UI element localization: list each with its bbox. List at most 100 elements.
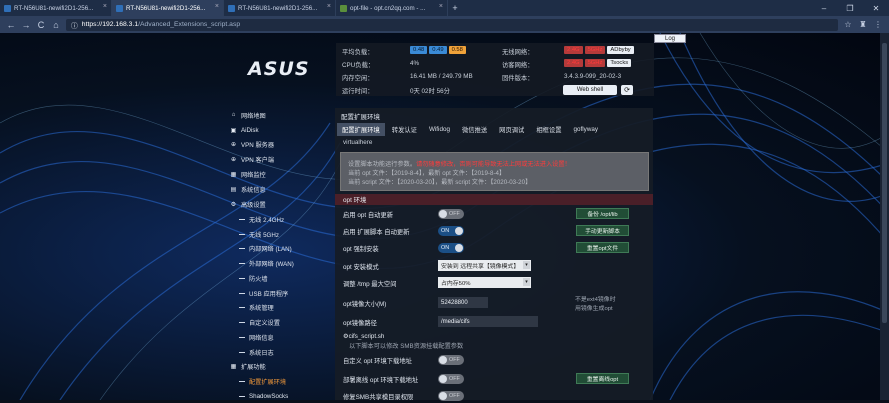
sidebar-item-label: 自定义设置 — [249, 319, 280, 327]
adbyby-badge[interactable]: ADbyby — [607, 46, 634, 54]
sub-tab-bar: 配置扩展环境 转发认证 Wifidog 微信推送 网页调试 相框设置 gofly… — [335, 123, 653, 136]
refresh-icon[interactable]: ⟳ — [621, 85, 633, 95]
back-button[interactable]: ← — [6, 20, 16, 30]
opt-mirror-path-input[interactable]: /media/cifs — [438, 316, 538, 327]
sidebar-sub-usb[interactable]: USB 应用程序 — [239, 286, 339, 300]
router-favicon-icon — [116, 4, 123, 12]
deploy-opt-url-toggle[interactable]: OFF — [438, 374, 464, 384]
logout-button[interactable]: Log — [654, 34, 686, 43]
sidebar-sub-ext-config[interactable]: 配置扩展环境 — [239, 374, 339, 388]
bookmark-star-icon[interactable]: ☆ — [843, 20, 853, 29]
sidebar-item-system-info[interactable]: ▤ 系统信息 — [230, 182, 330, 196]
load-5min-badge: 0.49 — [429, 46, 447, 54]
wifi-24g-badge[interactable]: 2.4G — [564, 46, 583, 54]
firmware-value: 3.4.3.9-099_20-02-3 — [564, 73, 622, 80]
tab-virtualhere[interactable]: virtualhere — [343, 139, 372, 146]
url-input[interactable]: ⓘ https://192.168.3.1/Advanced_Extension… — [66, 18, 838, 31]
guest-label: 访客网络： — [502, 62, 534, 69]
sidebar-item-monitor[interactable]: ▦ 网络监控 — [230, 167, 330, 181]
notice-text: 设置脚本功能运行参数。 — [348, 161, 417, 168]
tab-frame-settings[interactable]: 相框设置 — [531, 123, 566, 136]
tab-wifidog[interactable]: Wifidog — [424, 123, 455, 136]
sidebar-item-label: VPN 服务器 — [241, 141, 275, 149]
home-icon: ⌂ — [231, 112, 236, 118]
close-tab-icon[interactable]: × — [439, 3, 443, 10]
tsocks-badge[interactable]: Tsocks — [607, 59, 632, 67]
extension-icon[interactable]: ♜ — [858, 20, 868, 29]
maximize-button[interactable]: ❐ — [837, 0, 863, 16]
toggle-text: ON — [441, 245, 450, 251]
dash-icon — [239, 380, 245, 382]
router-favicon-icon — [4, 4, 11, 12]
backup-opt-lib-button[interactable]: 备份 /opt/lib — [576, 208, 629, 219]
page-scrollbar[interactable] — [880, 33, 889, 400]
site-info-icon[interactable]: ⓘ — [71, 20, 78, 30]
manual-update-script-button[interactable]: 手动更新脚本 — [576, 225, 629, 236]
url-host: https://192.168.3.1 — [81, 21, 139, 28]
tab-wechat-push[interactable]: 微信推送 — [457, 123, 492, 136]
opt-force-install-toggle[interactable]: ON — [438, 243, 464, 253]
sidebar-sub-lan[interactable]: 内部网络 (LAN) — [239, 241, 339, 255]
toggle-text: OFF — [449, 211, 460, 217]
web-shell-button[interactable]: Web shell — [563, 85, 617, 95]
row-label: 启用 opt 自动更新 — [343, 212, 394, 219]
cifs-script-label: cifs_script.sh — [348, 333, 385, 340]
new-tab-button[interactable]: + — [448, 0, 462, 16]
address-bar-row: ← → C ⌂ ⓘ https://192.168.3.1/Advanced_E… — [0, 16, 889, 33]
sidebar-sub-admin[interactable]: 系统管理 — [239, 300, 339, 314]
sidebar-item-extensions[interactable]: ▦ 扩展功能 — [230, 359, 330, 373]
browser-tab-3[interactable]: RT-N56U81-newifi2D1-256... × — [224, 0, 336, 16]
tab-forward-auth[interactable]: 转发认证 — [387, 123, 422, 136]
info-icon: ▤ — [230, 186, 237, 193]
custom-opt-url-toggle[interactable]: OFF — [438, 355, 464, 365]
scrollbar-thumb[interactable] — [882, 43, 887, 323]
browser-tab-1[interactable]: RT-N56U81-newifi2D1-256... × — [0, 0, 112, 16]
sidebar-sub-shadowsocks[interactable]: ShadowSocks — [239, 389, 339, 403]
chevron-down-icon: ▾ — [523, 278, 530, 286]
sidebar-sub-netinfo[interactable]: 网络信息 — [239, 330, 339, 344]
globe-icon: ⊕ — [230, 156, 237, 163]
sidebar-sub-syslog[interactable]: 系统日志 — [239, 345, 339, 359]
guest-24g-badge[interactable]: 2.4G — [564, 59, 583, 67]
opt-mirror-size-input[interactable]: 52428800 — [438, 297, 488, 308]
wifi-5g-badge[interactable]: 5GHz — [584, 46, 606, 54]
cpu-value: 4% — [410, 60, 420, 67]
tab-goflyway[interactable]: goflyway — [569, 123, 604, 136]
browser-tab-2[interactable]: RT-N56U81-newifi2D1-256... × — [112, 0, 224, 16]
toggle-knob — [455, 227, 463, 235]
sidebar-sub-wifi24[interactable]: 无线 2.4GHz — [239, 212, 339, 226]
opt-auto-update-toggle[interactable]: OFF — [438, 209, 464, 219]
tab-ext-config[interactable]: 配置扩展环境 — [337, 123, 385, 136]
close-tab-icon[interactable]: × — [103, 3, 107, 10]
sidebar-sub-firewall[interactable]: 防火墙 — [239, 271, 339, 285]
reload-button[interactable]: C — [36, 20, 46, 30]
sidebar-item-label: 系统信息 — [241, 186, 266, 194]
sidebar-item-vpn-server[interactable]: ⊕ VPN 服务器 — [230, 137, 330, 151]
home-button[interactable]: ⌂ — [51, 20, 61, 30]
notice-box: 设置脚本功能运行参数。请勿随意修改，否则可能导致无法上网或无法进入设置！ 当前 … — [340, 152, 649, 191]
forward-button[interactable]: → — [21, 20, 31, 30]
ext-script-update-toggle[interactable]: ON — [438, 226, 464, 236]
guest-5g-badge[interactable]: 5GHz — [584, 59, 606, 67]
tab-web-debug[interactable]: 网页调试 — [494, 123, 529, 136]
sidebar-item-network-map[interactable]: ⌂ 网络地图 — [230, 108, 330, 122]
sidebar-sub-wifi5[interactable]: 无线 5GHz — [239, 227, 339, 241]
close-window-button[interactable]: ✕ — [863, 0, 889, 16]
sidebar-item-aidisk[interactable]: ▣ AiDisk — [230, 123, 330, 137]
menu-icon[interactable]: ⋮ — [873, 20, 883, 29]
sidebar-sub-wan[interactable]: 外部网络 (WAN) — [239, 256, 339, 270]
reset-offline-opt-button[interactable]: 重置离线opt — [576, 373, 629, 384]
sidebar-sub-custom[interactable]: 自定义设置 — [239, 315, 339, 329]
tmp-max-space-select[interactable]: 占内存50% ▾ — [438, 277, 531, 288]
close-tab-icon[interactable]: × — [327, 3, 331, 10]
close-tab-icon[interactable]: × — [215, 3, 219, 10]
toggle-knob — [439, 356, 447, 364]
sidebar-item-vpn-client[interactable]: ⊕ VPN 客户端 — [230, 152, 330, 166]
mirror-size-note-1: 不是ext4镜像时 — [575, 297, 616, 303]
opt-install-mode-select[interactable]: 安装到 远程共享【镜像模式】 ▾ — [438, 260, 531, 271]
reset-opt-files-button[interactable]: 重置opt文件 — [576, 242, 629, 253]
cifs-script-link[interactable]: ⚙cifs_script.sh — [343, 333, 384, 340]
browser-tab-4[interactable]: opt-file - opt.cn2qq.com - ... × — [336, 0, 448, 16]
minimize-button[interactable]: – — [811, 0, 837, 16]
sidebar-item-advanced[interactable]: ⚙ 高级设置 — [230, 197, 330, 211]
